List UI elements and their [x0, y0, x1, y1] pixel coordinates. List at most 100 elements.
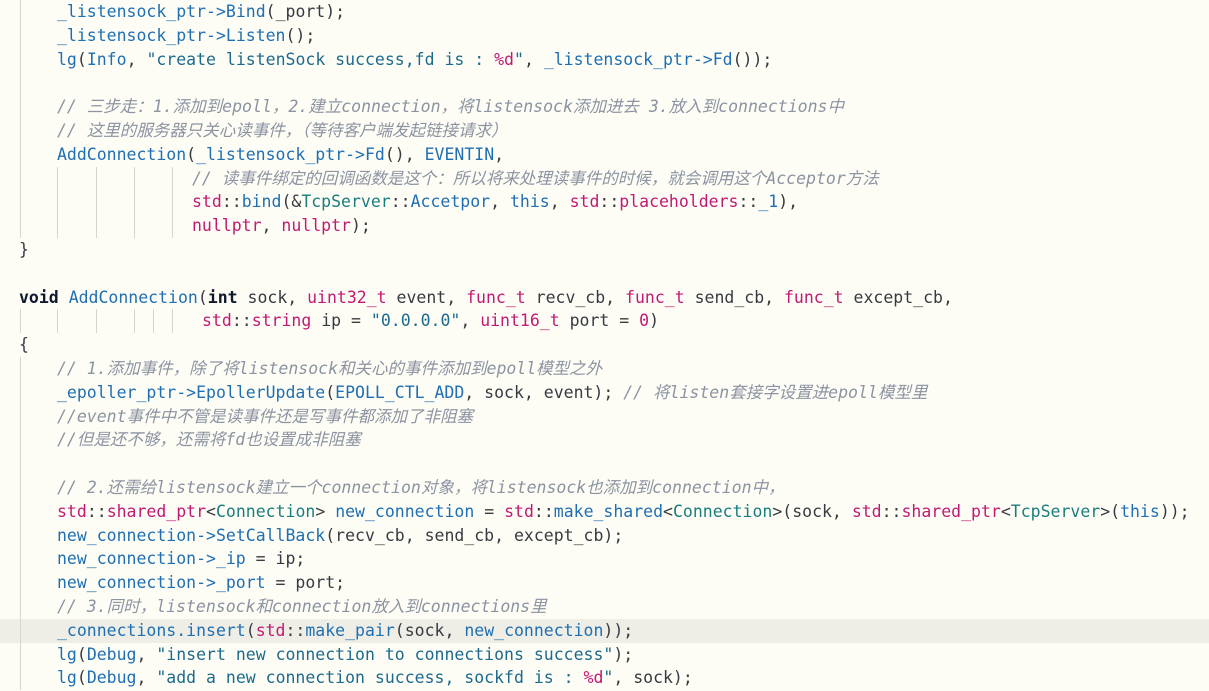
code-text: std::shared_ptr<Connection> new_connecti…	[57, 500, 1190, 524]
code-editor[interactable]: _listensock_ptr->Bind(_port); _listensock…	[0, 0, 1209, 691]
code-token: >	[315, 501, 336, 521]
code-token: );	[350, 216, 371, 236]
code-token: "	[603, 668, 614, 688]
code-token: ::	[881, 501, 902, 521]
code-token: AddConnection	[68, 287, 198, 307]
code-line[interactable]: nullptr, nullptr);	[0, 214, 1209, 238]
code-token: insert	[186, 620, 246, 640]
code-line[interactable]: new_connection->_ip = ip;	[0, 547, 1209, 572]
code-token: ,	[136, 668, 157, 688]
code-line[interactable]	[0, 71, 1209, 96]
indent-guide	[20, 214, 21, 238]
code-line[interactable]: //但是还不够，还需将fd也设置成非阻塞	[0, 428, 1209, 453]
code-text: AddConnection(_listensock_ptr->Fd(), EVE…	[57, 143, 504, 167]
code-text: nullptr, nullptr);	[192, 214, 371, 238]
indent-guide	[20, 166, 21, 191]
code-line[interactable]: {	[0, 333, 1209, 357]
code-token: Fd	[712, 49, 733, 69]
code-token: =	[474, 501, 505, 521]
code-line[interactable]: AddConnection(_listensock_ptr->Fd(), EVE…	[0, 142, 1209, 167]
code-token: = ip;	[245, 549, 306, 569]
code-line[interactable]: std::string ip = "0.0.0.0", uint16_t por…	[0, 309, 1209, 334]
code-token: (	[76, 668, 87, 688]
indent-guide	[20, 666, 21, 691]
code-token: make_pair	[305, 620, 395, 640]
code-token: ::	[533, 501, 554, 521]
code-token: >(sock,	[772, 501, 852, 521]
code-text: std::bind(&TcpServer::Accetpor, this, st…	[192, 190, 798, 214]
code-line[interactable]: _listensock_ptr->Listen();	[0, 23, 1209, 48]
code-text: // 3.同时，listensock和connection放入到connecti…	[57, 595, 547, 619]
code-token: <	[663, 501, 673, 521]
indent-guide	[20, 523, 21, 548]
code-token: (),	[384, 144, 425, 164]
code-token: TcpServer	[1010, 501, 1101, 521]
code-line[interactable]: lg(Debug, "insert new connection to conn…	[0, 642, 1209, 667]
code-token: new_connection	[335, 501, 475, 521]
code-line[interactable]: new_connection->SetCallBack(recv_cb, sen…	[0, 523, 1209, 548]
code-token: placeholders	[619, 192, 739, 212]
code-token: Accetpor	[410, 192, 491, 212]
code-text: //event事件中不管是读事件还是写事件都添加了非阻塞	[57, 405, 473, 429]
code-line[interactable]: // 读事件绑定的回调函数是这个：所以将来处理读事件的时候，就会调用这个Acce…	[0, 166, 1209, 191]
indent-guide	[20, 357, 21, 381]
indent-guide	[20, 595, 21, 619]
indent-guide	[153, 309, 154, 334]
indent-guide	[20, 618, 21, 643]
code-line[interactable]	[0, 452, 1209, 476]
indent-guide	[172, 166, 173, 191]
code-line[interactable]: //event事件中不管是读事件还是写事件都添加了非阻塞	[0, 404, 1209, 429]
code-line[interactable]: std::shared_ptr<Connection> new_connecti…	[0, 499, 1209, 524]
code-line[interactable]: lg(Debug, "add a new connection success,…	[0, 666, 1209, 691]
code-token: {	[19, 335, 29, 355]
indent-guide	[57, 309, 58, 334]
code-line[interactable]: // 2.还需给listensock建立一个connection对象，将list…	[0, 476, 1209, 500]
code-line[interactable]: // 3.同时，listensock和connection放入到connecti…	[0, 595, 1209, 619]
code-token: func_t	[466, 287, 526, 307]
code-line[interactable]: // 三步走：1.添加到epoll，2.建立connection，将listen…	[0, 95, 1209, 119]
code-line[interactable]: void AddConnection(int sock, uint32_t ev…	[0, 286, 1209, 310]
code-text: // 1.添加事件，除了将listensock和关心的事件添加到epoll模型之…	[57, 357, 602, 381]
code-line[interactable]: std::bind(&TcpServer::Accetpor, this, st…	[0, 190, 1209, 215]
code-token: uint16_t	[480, 311, 560, 331]
code-token: (	[76, 644, 87, 664]
indent-guide	[20, 23, 21, 48]
indent-guide	[96, 166, 97, 191]
code-line[interactable]: new_connection->_port = port;	[0, 571, 1209, 595]
code-line[interactable]: // 这里的服务器只关心读事件，（等待客户端发起链接请求）	[0, 119, 1209, 143]
code-token: <	[1000, 501, 1011, 521]
code-line[interactable]: lg(Info, "create listenSock success,fd i…	[0, 47, 1209, 72]
code-token: (	[245, 620, 256, 640]
indent-guide	[20, 119, 21, 143]
code-token: this	[509, 192, 550, 212]
code-token: (	[325, 382, 336, 402]
indent-guide	[20, 71, 21, 96]
code-token: std	[202, 311, 232, 331]
indent-guide	[20, 47, 21, 72]
code-token: (	[186, 144, 197, 164]
code-line[interactable]: _epoller_ptr->EpollerUpdate(EPOLL_CTL_AD…	[0, 380, 1209, 405]
code-line[interactable]: _connections.insert(std::make_pair(sock,…	[0, 618, 1209, 643]
code-token: // 2.还需给listensock建立一个connection对象，将list…	[57, 478, 785, 497]
indent-guide	[20, 547, 21, 572]
indent-guide	[172, 309, 173, 334]
code-token: ,	[549, 192, 570, 212]
indent-guide	[20, 476, 21, 500]
code-token: (	[76, 49, 87, 69]
code-line[interactable]	[0, 262, 1209, 286]
code-token: Bind	[225, 2, 266, 21]
code-token: except_cb,	[843, 287, 953, 307]
indent-guide	[20, 309, 21, 334]
code-line[interactable]: }	[0, 238, 1209, 262]
code-line[interactable]: _listensock_ptr->Bind(_port);	[0, 0, 1209, 24]
indent-guide	[20, 452, 21, 476]
indent-guide	[20, 428, 21, 453]
indent-guide	[134, 309, 135, 334]
code-line[interactable]: // 1.添加事件，除了将listensock和关心的事件添加到epoll模型之…	[0, 357, 1209, 381]
indent-guide	[20, 571, 21, 595]
code-text: lg(Debug, "add a new connection success,…	[57, 666, 693, 690]
indent-guide	[20, 642, 21, 667]
code-text: {	[19, 333, 29, 357]
code-token: SetCallBack	[215, 525, 326, 545]
indent-guide	[57, 166, 58, 191]
